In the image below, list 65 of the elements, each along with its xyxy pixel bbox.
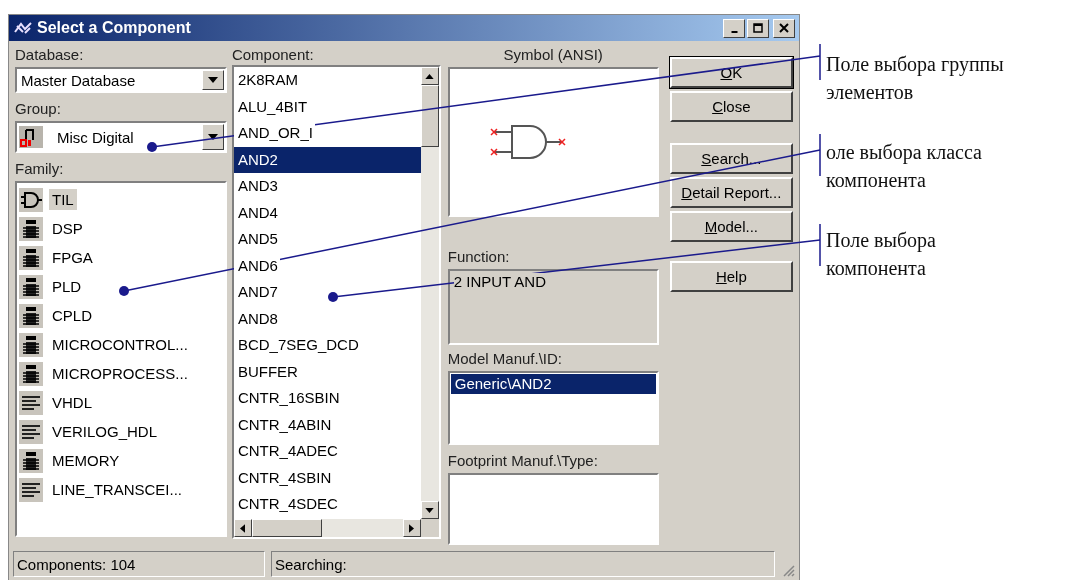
close-button[interactable]: [773, 18, 795, 38]
family-item[interactable]: MICROCONTROL...: [49, 334, 191, 355]
dialog-button[interactable]: Search...: [669, 143, 793, 174]
gate-icon: [19, 187, 43, 212]
family-item[interactable]: LINE_TRANSCEI...: [49, 479, 186, 500]
maximize-button[interactable]: [747, 18, 769, 38]
dropdown-arrow-icon: [207, 134, 218, 140]
app-icon: [13, 20, 33, 36]
code-icon: [19, 477, 43, 502]
maximize-icon: [753, 23, 763, 33]
resize-grip-icon: [781, 563, 795, 577]
horizontal-scrollbar[interactable]: [233, 519, 439, 537]
scroll-up-icon: [425, 73, 435, 79]
family-item[interactable]: DSP: [49, 218, 86, 239]
dialog-button[interactable]: Detail Report...: [669, 177, 793, 208]
family-item[interactable]: PLD: [49, 276, 85, 297]
scroll-down-icon: [425, 507, 435, 513]
scroll-thumb[interactable]: [251, 519, 322, 537]
family-item[interactable]: MEMORY: [49, 450, 123, 471]
symbol-label: Symbol (ANSI): [502, 45, 604, 65]
component-item[interactable]: AND2: [233, 146, 421, 173]
code-icon: [19, 390, 43, 415]
minimize-button[interactable]: [723, 18, 745, 38]
dialog-button[interactable]: Model...: [669, 211, 793, 242]
dialog-button[interactable]: Help: [669, 261, 793, 292]
chip-icon: [19, 448, 43, 473]
family-item[interactable]: CPLD: [49, 305, 95, 326]
function-label: Function:: [447, 247, 511, 267]
model-item[interactable]: Generic\AND2: [450, 374, 656, 394]
annotation-text: Поле выбора компонента: [826, 228, 937, 281]
close-icon: [779, 23, 789, 33]
group-label: Group:: [15, 99, 62, 119]
group-dropdown[interactable]: Misc Digital: [15, 121, 227, 153]
family-item[interactable]: TIL: [49, 189, 77, 210]
chip-icon: [19, 361, 43, 386]
database-dropdown[interactable]: Master Database: [15, 67, 227, 93]
component-label: Component:: [231, 45, 315, 65]
family-item[interactable]: MICROPROCESS...: [49, 363, 191, 384]
model-label: Model Manuf.\ID:: [447, 349, 563, 369]
footprint-label: Footprint Manuf.\Type:: [447, 451, 599, 471]
group-icon: [19, 126, 43, 148]
annotation-text: оле выбора класса компонента: [826, 140, 983, 193]
family-item[interactable]: VHDL: [49, 392, 95, 413]
vertical-scrollbar[interactable]: [420, 67, 439, 519]
code-icon: [19, 419, 43, 444]
scroll-right-icon: [409, 523, 415, 533]
family-item[interactable]: VERILOG_HDL: [49, 421, 161, 442]
chip-icon: [19, 303, 43, 328]
minimize-icon: [730, 31, 738, 33]
function-value: 2 INPUT AND: [453, 273, 546, 290]
status-searching: Searching:: [271, 551, 775, 577]
chip-icon: [19, 332, 43, 357]
chip-icon: [19, 245, 43, 270]
scroll-left-icon: [240, 523, 246, 533]
annotation-text: Поле выбора группы элементов: [826, 52, 1005, 105]
chip-icon: [19, 216, 43, 241]
status-components: Components: 104: [13, 551, 265, 577]
chip-icon: [19, 274, 43, 299]
family-item[interactable]: FPGA: [49, 247, 96, 268]
database-label: Database:: [15, 45, 85, 65]
scroll-thumb[interactable]: [420, 85, 439, 147]
dropdown-arrow-icon: [207, 77, 218, 83]
dialog-button[interactable]: Close: [669, 91, 793, 122]
window-title: Select a Component: [37, 19, 192, 37]
family-label: Family:: [15, 159, 65, 179]
